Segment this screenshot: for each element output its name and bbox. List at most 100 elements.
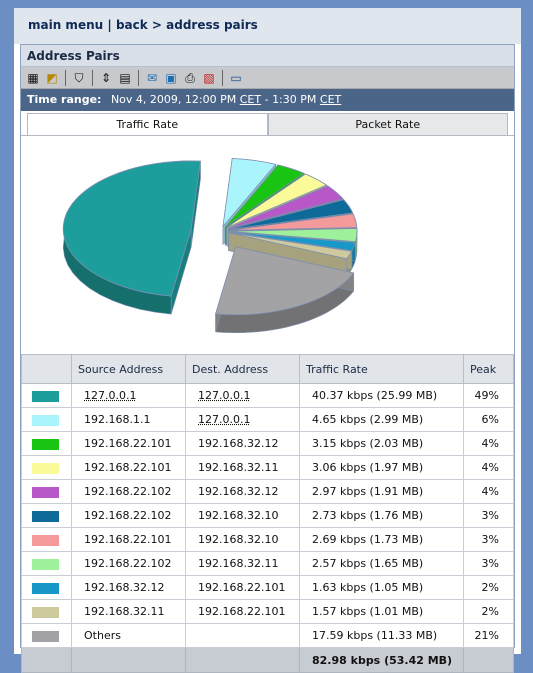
breadcrumb-current: address pairs	[166, 18, 258, 32]
peak-cell: 6%	[463, 407, 514, 432]
source-address[interactable]: 127.0.0.1	[84, 389, 136, 402]
breadcrumb: main menu | back > address pairs	[14, 8, 521, 44]
traffic-rate-cell: 17.59 kbps (11.33 MB)	[299, 623, 464, 648]
table-row[interactable]: Others 17.59 kbps (11.33 MB) 21%	[21, 623, 514, 648]
toolbar-divider	[92, 69, 93, 86]
source-address-cell: 192.168.32.12	[71, 575, 186, 600]
table-row[interactable]: 192.168.22.101 192.168.32.12 3.15 kbps (2.…	[21, 431, 514, 456]
table-row[interactable]: 192.168.22.102 192.168.32.12 2.97 kbps (1.…	[21, 479, 514, 504]
color-swatch	[32, 558, 59, 570]
source-address-cell: Others	[71, 623, 186, 648]
traffic-rate-cell: 2.69 kbps (1.73 MB)	[299, 527, 464, 552]
column-header-destination[interactable]: Dest. Address	[185, 354, 300, 384]
peak-cell: 3%	[463, 503, 514, 528]
chart-tabs: Traffic Rate Packet Rate	[21, 111, 514, 135]
destination-address: 192.168.32.12	[198, 437, 279, 450]
source-address: 192.168.22.102	[84, 485, 172, 498]
traffic-rate-cell: 2.57 kbps (1.65 MB)	[299, 551, 464, 576]
address-pairs-page: main menu | back > address pairs Address…	[14, 8, 521, 673]
table-row[interactable]: 192.168.1.1 127.0.0.1 4.65 kbps (2.99 MB) 6…	[21, 407, 514, 432]
peak-cell: 4%	[463, 455, 514, 480]
tab-packet-rate[interactable]: Packet Rate	[267, 113, 508, 135]
time-range-label: Time range:	[27, 93, 102, 106]
sort-icon[interactable]: ⇕	[98, 70, 114, 86]
source-address: 192.168.22.102	[84, 509, 172, 522]
color-swatch-cell	[21, 455, 72, 480]
column-header-source[interactable]: Source Address	[71, 354, 186, 384]
table-row[interactable]: 192.168.22.101 192.168.32.10 2.69 kbps (1.…	[21, 527, 514, 552]
destination-address-cell: 127.0.0.1	[185, 407, 300, 432]
table-row[interactable]: 192.168.32.11 192.168.22.101 1.57 kbps (1.…	[21, 599, 514, 624]
pdf-icon[interactable]: ▧	[201, 70, 217, 86]
source-address: 192.168.32.12	[84, 581, 165, 594]
source-address: 192.168.22.102	[84, 557, 172, 570]
table-row[interactable]: 192.168.32.12 192.168.22.101 1.63 kbps (1.…	[21, 575, 514, 600]
destination-address-cell: 192.168.32.12	[185, 479, 300, 504]
tab-traffic-rate[interactable]: Traffic Rate	[27, 113, 268, 135]
destination-address: 192.168.22.101	[198, 605, 286, 618]
total-traffic-rate: 82.98 kbps (53.42 MB)	[299, 647, 464, 673]
table-row[interactable]: 127.0.0.1 127.0.0.1 40.37 kbps (25.99 MB) 4…	[21, 383, 514, 408]
source-address-cell: 127.0.0.1	[71, 383, 186, 408]
peak-cell: 3%	[463, 551, 514, 576]
source-address-cell: 192.168.32.11	[71, 599, 186, 624]
table-row[interactable]: 192.168.22.102 192.168.32.10 2.73 kbps (1.…	[21, 503, 514, 528]
color-swatch	[32, 462, 59, 474]
source-address-cell: 192.168.22.102	[71, 479, 186, 504]
print-icon[interactable]: ⎙	[182, 70, 198, 86]
traffic-rate-cell: 3.15 kbps (2.03 MB)	[299, 431, 464, 456]
report-container: Address Pairs ▦ ◩ ⛉ ⇕ ▤ ✉ ▣ ⎙ ▧ ▭ Time r…	[20, 44, 515, 673]
toolbar-divider	[65, 69, 66, 86]
color-swatch	[32, 414, 59, 426]
window-icon[interactable]: ▭	[228, 70, 244, 86]
columns-icon[interactable]: ▤	[117, 70, 133, 86]
peak-cell: 2%	[463, 575, 514, 600]
table-row[interactable]: 192.168.22.101 192.168.32.11 3.06 kbps (1.…	[21, 455, 514, 480]
destination-address[interactable]: 127.0.0.1	[198, 389, 250, 402]
pie-slice[interactable]	[62, 160, 201, 315]
source-address: 192.168.22.101	[84, 437, 172, 450]
column-header-traffic-rate[interactable]: Traffic Rate	[299, 354, 464, 384]
color-swatch-cell	[21, 431, 72, 456]
color-swatch-cell	[21, 551, 72, 576]
destination-address-cell: 192.168.32.11	[185, 551, 300, 576]
destination-address-cell: 192.168.32.10	[185, 527, 300, 552]
color-swatch	[32, 510, 59, 522]
table-body: 127.0.0.1 127.0.0.1 40.37 kbps (25.99 MB) 4…	[21, 383, 514, 673]
destination-address-cell: 192.168.32.10	[185, 503, 300, 528]
time-range-end: 1:30 PM	[272, 93, 317, 106]
destination-address: 192.168.22.101	[198, 581, 286, 594]
timezone-link[interactable]: CET	[320, 93, 341, 106]
source-address: 192.168.32.11	[84, 605, 165, 618]
source-address: 192.168.22.101	[84, 461, 172, 474]
email-icon[interactable]: ✉	[144, 70, 160, 86]
timezone-link[interactable]: CET	[240, 93, 261, 106]
traffic-rate-cell: 3.06 kbps (1.97 MB)	[299, 455, 464, 480]
destination-address[interactable]: 127.0.0.1	[198, 413, 250, 426]
table-row[interactable]: 192.168.22.102 192.168.32.11 2.57 kbps (1.…	[21, 551, 514, 576]
destination-address: 192.168.32.11	[198, 461, 279, 474]
color-swatch	[32, 438, 59, 450]
source-address-cell: 192.168.22.101	[71, 527, 186, 552]
column-header-peak[interactable]: Peak	[463, 354, 514, 384]
peak-cell: 3%	[463, 527, 514, 552]
total-row-cell	[185, 647, 300, 673]
color-swatch-cell	[21, 623, 72, 648]
peak-cell: 49%	[463, 383, 514, 408]
destination-address: 192.168.32.11	[198, 557, 279, 570]
schedule-icon[interactable]: ▣	[163, 70, 179, 86]
traffic-rate-cell: 40.37 kbps (25.99 MB)	[299, 383, 464, 408]
filter-icon[interactable]: ⛉	[71, 70, 87, 86]
table-icon[interactable]: ▦	[25, 70, 41, 86]
color-swatch	[32, 390, 59, 402]
source-address: 192.168.1.1	[84, 413, 151, 426]
toolbar-divider	[222, 69, 223, 86]
chart-icon[interactable]: ◩	[44, 70, 60, 86]
main-menu-link[interactable]: main menu	[28, 18, 103, 32]
source-address: 192.168.22.101	[84, 533, 172, 546]
color-swatch-cell	[21, 479, 72, 504]
back-link[interactable]: back	[116, 18, 148, 32]
time-range-start: Nov 4, 2009, 12:00 PM	[110, 93, 237, 106]
color-swatch-cell	[21, 527, 72, 552]
source-address-cell: 192.168.22.101	[71, 455, 186, 480]
